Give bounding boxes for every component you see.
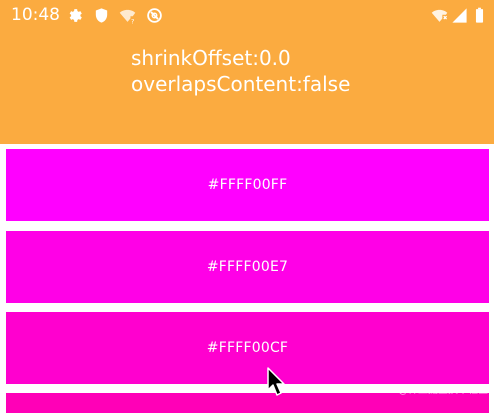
color-label: #FFFF00E7 — [206, 259, 289, 275]
wifi-signal-icon — [431, 7, 448, 24]
status-time: 10:48 — [11, 5, 60, 25]
status-bar: 10:48 ? — [0, 0, 494, 30]
shield-icon — [93, 7, 110, 24]
list-item-color-tile[interactable] — [6, 393, 489, 413]
color-label: #FFFF00CF — [206, 340, 289, 356]
list-item-color-tile[interactable]: #FFFF00E7 — [6, 231, 489, 303]
wifi-question-icon: ? — [119, 7, 136, 24]
cellular-signal-icon — [451, 7, 468, 24]
color-label: #FFFF00FF — [207, 177, 288, 193]
sliver-persistent-header: 10:48 ? shrinkOffset:0.0 overlapsContent… — [0, 0, 494, 144]
app-screen: 10:48 ? shrinkOffset:0.0 overlapsContent… — [0, 0, 494, 413]
overlaps-content-text: overlapsContent:false — [131, 72, 351, 96]
list-item-color-tile[interactable]: #FFFF00CF — [6, 312, 489, 384]
watermark-text: @稀土掘金技术社区 — [398, 385, 488, 396]
battery-icon — [474, 7, 485, 24]
svg-text:?: ? — [131, 17, 134, 24]
header-info: shrinkOffset:0.0 overlapsContent:false — [131, 45, 350, 97]
list-item-color-tile[interactable]: #FFFF00FF — [6, 149, 489, 221]
mouse-pointer-icon — [266, 367, 286, 397]
gear-icon — [66, 7, 83, 24]
no-entry-icon — [146, 7, 163, 24]
shrink-offset-text: shrinkOffset:0.0 — [131, 46, 291, 70]
